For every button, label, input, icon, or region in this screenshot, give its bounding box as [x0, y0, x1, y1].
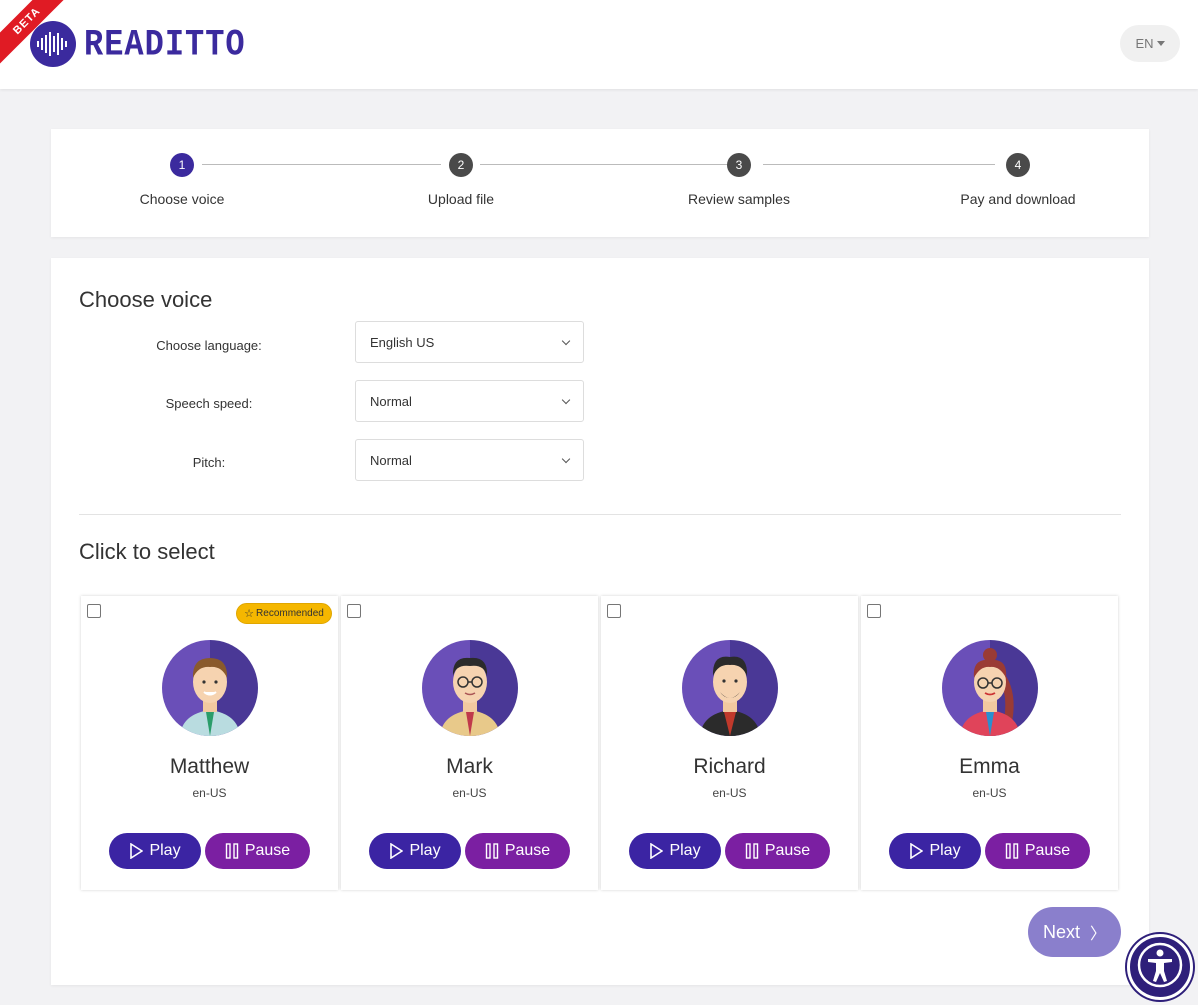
voice-name: Matthew	[169, 755, 250, 778]
recommended-badge: ☆ Recommended	[236, 603, 332, 624]
step-label: Review samples	[688, 191, 790, 207]
play-label: Play	[149, 842, 181, 859]
chevron-down-icon	[561, 395, 571, 405]
avatar	[942, 640, 1038, 736]
next-label: Next	[1042, 921, 1080, 942]
language-label: Choose language:	[156, 338, 262, 353]
play-button[interactable]: Play	[889, 833, 981, 869]
badge-label: Recommended	[256, 608, 324, 619]
pause-label: Pause	[244, 842, 291, 859]
pause-button[interactable]: Pause	[725, 833, 830, 869]
step-number: 3	[727, 153, 751, 177]
header: BETA READITTO EN	[0, 0, 1198, 89]
accessibility-icon	[1136, 941, 1184, 994]
voice-card-emma[interactable]: Emma en-US Play Pause	[861, 596, 1118, 890]
pause-label: Pause	[504, 842, 551, 859]
soundwave-icon	[30, 21, 76, 67]
avatar	[682, 640, 778, 736]
logo-text: READITTO	[84, 22, 246, 66]
next-button[interactable]: Next 〉	[1028, 907, 1121, 957]
step-label: Upload file	[427, 191, 495, 207]
step-number: 4	[1006, 153, 1030, 177]
chevron-down-icon	[561, 454, 571, 464]
voice-card-mark[interactable]: Mark en-US Play Pause	[341, 596, 598, 890]
step-pay-and-download[interactable]: 4 Pay and download	[918, 153, 1118, 207]
play-button[interactable]: Play	[109, 833, 201, 869]
step-choose-voice[interactable]: 1 Choose voice	[82, 153, 282, 207]
play-label: Play	[929, 842, 961, 859]
voice-name: Mark	[446, 755, 493, 778]
step-number: 1	[170, 153, 194, 177]
avatar	[162, 640, 258, 736]
step-label: Choose voice	[139, 191, 225, 207]
voice-locale: en-US	[972, 786, 1007, 800]
voice-card-richard[interactable]: Richard en-US Play Pause	[601, 596, 858, 890]
star-icon: ☆	[244, 608, 255, 620]
play-label: Play	[669, 842, 701, 859]
step-label: Pay and download	[960, 191, 1076, 207]
pause-button[interactable]: Pause	[205, 833, 310, 869]
chevron-down-icon	[561, 336, 571, 346]
pause-icon	[225, 843, 239, 859]
pitch-select[interactable]: Normal	[355, 439, 584, 481]
step-upload-file[interactable]: 2 Upload file	[361, 153, 561, 207]
play-icon	[649, 843, 664, 859]
voices-title: Click to select	[79, 539, 215, 564]
voice-list: ☆ Recommended Matthew en-US Play Pause M…	[81, 596, 1118, 890]
step-number: 2	[449, 153, 473, 177]
voice-name: Emma	[959, 755, 1020, 778]
voice-locale: en-US	[192, 786, 227, 800]
speed-select[interactable]: Normal	[355, 380, 584, 422]
play-button[interactable]: Play	[629, 833, 721, 869]
pause-icon	[745, 843, 759, 859]
pause-button[interactable]: Pause	[985, 833, 1090, 869]
play-icon	[389, 843, 404, 859]
voice-locale: en-US	[452, 786, 487, 800]
divider	[79, 514, 1121, 515]
play-label: Play	[409, 842, 441, 859]
progress-stepper: 1 Choose voice 2 Upload file 3 Review sa…	[51, 129, 1149, 237]
speed-label: Speech speed:	[165, 396, 253, 411]
voice-name: Richard	[693, 755, 766, 778]
language-dropdown[interactable]: EN	[1120, 25, 1180, 62]
accessibility-button[interactable]	[1127, 934, 1193, 1000]
caret-down-icon	[1156, 41, 1165, 46]
voice-settings-card: Choose voice Choose language: English US…	[51, 258, 1149, 985]
pause-icon	[485, 843, 499, 859]
logo[interactable]: READITTO	[30, 21, 246, 67]
voice-checkbox[interactable]	[347, 604, 361, 618]
voice-checkbox[interactable]	[607, 604, 621, 618]
pitch-label: Pitch:	[192, 455, 226, 470]
section-title: Choose voice	[79, 287, 213, 312]
language-select-value: English US	[370, 334, 435, 350]
language-code: EN	[1135, 36, 1154, 51]
play-icon	[909, 843, 924, 859]
voice-checkbox[interactable]	[87, 604, 101, 618]
play-icon	[129, 843, 144, 859]
voice-checkbox[interactable]	[867, 604, 881, 618]
step-review-samples[interactable]: 3 Review samples	[639, 153, 839, 207]
pause-label: Pause	[1024, 842, 1071, 859]
chevron-right-icon: 〉	[1090, 926, 1107, 943]
play-button[interactable]: Play	[369, 833, 461, 869]
voice-card-matthew[interactable]: ☆ Recommended Matthew en-US Play Pause	[81, 596, 338, 890]
pitch-select-value: Normal	[370, 452, 412, 468]
pause-button[interactable]: Pause	[465, 833, 570, 869]
avatar	[422, 640, 518, 736]
speed-select-value: Normal	[370, 393, 412, 409]
language-select[interactable]: English US	[355, 321, 584, 363]
pause-icon	[1005, 843, 1019, 859]
voice-locale: en-US	[712, 786, 747, 800]
pause-label: Pause	[764, 842, 811, 859]
